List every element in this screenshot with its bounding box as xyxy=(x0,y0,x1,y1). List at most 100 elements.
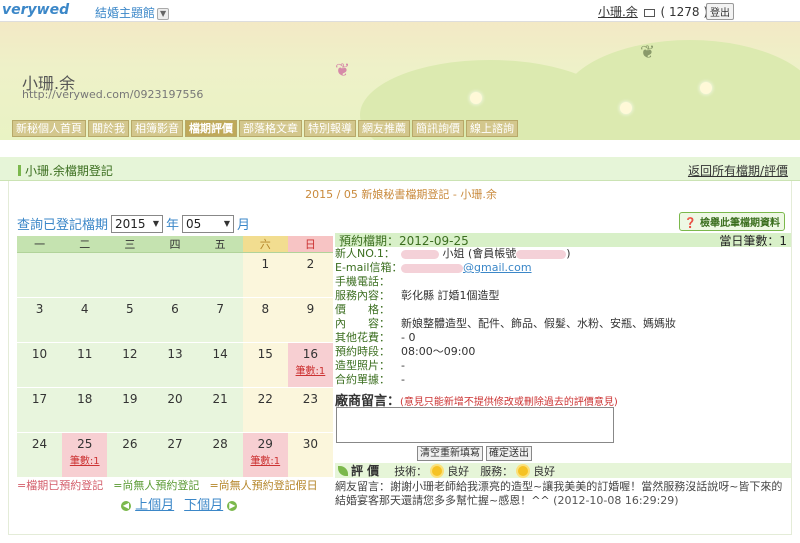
calendar-week: 17 18 19 20 21 22 23 xyxy=(17,387,333,433)
calendar-day: 28 xyxy=(197,432,243,478)
calendar-week: 1 2 xyxy=(17,252,333,298)
calendar-header-row: 一 二 三 四 五 六 日 xyxy=(17,236,333,253)
report-record-button[interactable]: ❓ 檢舉此筆檔期資料 xyxy=(679,212,785,231)
calendar-day: 24 xyxy=(17,432,63,478)
query-label: 查詢已登記檔期 xyxy=(17,218,109,233)
year-select[interactable]: 2015 ▼ xyxy=(111,214,164,233)
service-value: 良好 xyxy=(533,464,556,478)
section-header: 小珊.余檔期登記 返回所有檔期/評價 xyxy=(0,157,800,181)
nav-tab-blog[interactable]: 部落格文章 xyxy=(239,120,302,137)
leaf-icon xyxy=(338,465,348,476)
calendar-day-booked[interactable]: 25 筆數:1 xyxy=(62,432,108,478)
review-timestamp: (2012-10-08 16:29:29) xyxy=(553,494,679,507)
skill-value: 良好 xyxy=(447,464,470,478)
nav-tab-consult[interactable]: 線上諮詢 xyxy=(466,120,518,137)
weekday-header: 六 xyxy=(242,236,288,253)
flower-decoration xyxy=(700,82,712,94)
user-review: 網友留言：謝謝小珊老師給我漂亮的造型~讓我美美的訂婚喔！當然服務沒話說呀~皆下來… xyxy=(335,480,791,508)
submit-button[interactable]: 確定送出 xyxy=(486,446,532,461)
calendar-day: 14 xyxy=(197,342,243,388)
calendar-week: 3 4 5 6 7 8 9 xyxy=(17,297,333,343)
vendor-message-input[interactable] xyxy=(336,407,614,443)
prev-month-button[interactable]: ◀ 上個月 xyxy=(121,494,174,513)
butterfly-icon: ❦ xyxy=(335,60,351,81)
field-row: 合約單據： - xyxy=(335,373,405,386)
calendar-day: 26 xyxy=(107,432,153,478)
field-row: 手機電話： xyxy=(335,275,390,288)
chevron-down-icon[interactable]: ▼ xyxy=(157,7,170,20)
booking-count-link[interactable]: 筆數:1 xyxy=(243,452,288,467)
nav-tab-album[interactable]: 相簿影音 xyxy=(131,120,183,137)
month-select[interactable]: 05 ▼ xyxy=(182,214,235,233)
calendar-day: 30 xyxy=(287,432,333,478)
owner-url[interactable]: http://verywed.com/0923197556 xyxy=(22,88,203,101)
verywed-logo[interactable]: verywed xyxy=(2,2,69,18)
weekday-header: 三 xyxy=(107,236,153,253)
legend-free-holiday: =尚無人預約登記假日 xyxy=(209,479,318,492)
calendar-day-booked[interactable]: 16 筆數:1 xyxy=(287,342,333,388)
chevron-down-icon: ▼ xyxy=(223,219,231,228)
sun-icon xyxy=(518,465,529,476)
redacted-text xyxy=(516,249,567,259)
user-name-link[interactable]: 小珊.余 xyxy=(598,5,638,19)
site-name[interactable]: 結婚主題館 ▼ xyxy=(95,4,170,21)
daily-count: 當日筆數：1 xyxy=(719,233,787,248)
legend-free: =尚無人預約登記 xyxy=(113,479,200,492)
next-month-button[interactable]: 下個月 ▶ xyxy=(184,494,238,513)
nav-tab-home[interactable]: 新秘個人首頁 xyxy=(12,120,86,137)
calendar-day xyxy=(17,252,63,298)
nav-tab-recommend[interactable]: 網友推薦 xyxy=(358,120,410,137)
arrow-left-icon: ◀ xyxy=(121,500,131,511)
field-row: 新人NO.1： 小姐 (會員帳號) xyxy=(335,247,571,260)
mail-count[interactable]: ( 1278 ) xyxy=(660,5,708,19)
calendar-day: 2 xyxy=(287,252,333,298)
reset-button[interactable]: 清空重新填寫 xyxy=(417,446,483,461)
top-bar: verywed 結婚主題館 ▼ 小珊.余 ( 1278 ) 登出 xyxy=(0,0,800,22)
nav-tab-schedule[interactable]: 檔期評價 xyxy=(185,120,237,137)
rating-title: 評 價 xyxy=(351,464,380,478)
calendar-day xyxy=(62,252,108,298)
field-row: 內 容： 新娘整體造型、配件、飾品、假髮、水粉、安瓶、媽媽妝 xyxy=(335,317,676,330)
back-link[interactable]: 返回所有檔期/評價 xyxy=(688,162,788,179)
calendar-day: 19 xyxy=(107,387,153,433)
nav-tab-sms-quote[interactable]: 簡訊詢價 xyxy=(412,120,464,137)
calendar-day-booked[interactable]: 29 筆數:1 xyxy=(242,432,288,478)
nav-tab-report[interactable]: 特別報導 xyxy=(304,120,356,137)
logout-button[interactable]: 登出 xyxy=(706,3,734,20)
calendar-day: 7 xyxy=(197,297,243,343)
calendar-day: 22 xyxy=(242,387,288,433)
field-row: 其他花費： - 0 xyxy=(335,331,416,344)
calendar-day: 20 xyxy=(152,387,198,433)
calendar-day: 21 xyxy=(197,387,243,433)
month-nav: ◀ 上個月 下個月 ▶ xyxy=(121,494,238,513)
user-box: 小珊.余 ( 1278 ) xyxy=(598,3,708,20)
field-row: 造型照片： - xyxy=(335,359,405,372)
calendar-day: 13 xyxy=(152,342,198,388)
query-row: 查詢已登記檔期 2015 ▼ 年 05 ▼ 月 xyxy=(17,214,250,233)
weekday-header: 五 xyxy=(197,236,243,253)
header-banner: ❦ ❦ 小珊.余 http://verywed.com/0923197556 新… xyxy=(0,22,800,140)
main-nav: 新秘個人首頁 關於我 相簿影音 檔期評價 部落格文章 特別報導 網友推薦 簡訊詢… xyxy=(12,120,518,137)
calendar-day: 15 xyxy=(242,342,288,388)
calendar-day: 8 xyxy=(242,297,288,343)
calendar-day: 10 xyxy=(17,342,63,388)
booking-count-link[interactable]: 筆數:1 xyxy=(288,362,333,377)
record-title: 2015 / 05 新娘秘書檔期登記 - 小珊.余 xyxy=(305,188,497,201)
email-link[interactable]: @gmail.com xyxy=(463,261,532,274)
booking-count-link[interactable]: 筆數:1 xyxy=(62,452,107,467)
nav-tab-about[interactable]: 關於我 xyxy=(88,120,129,137)
calendar-day: 6 xyxy=(152,297,198,343)
calendar-day: 9 xyxy=(287,297,333,343)
section-title: 小珊.余檔期登記 xyxy=(18,162,113,179)
field-row: 價 格： xyxy=(335,303,390,316)
detail-header: 預約檔期：2012-09-25 當日筆數：1 xyxy=(335,233,791,248)
mail-icon[interactable] xyxy=(643,8,655,17)
month-unit: 月 xyxy=(237,218,251,233)
calendar-day xyxy=(152,252,198,298)
booking-date: 預約檔期：2012-09-25 xyxy=(339,233,469,248)
calendar-day xyxy=(107,252,153,298)
flower-decoration xyxy=(620,102,632,114)
weekday-header: 一 xyxy=(17,236,63,253)
butterfly-icon: ❦ xyxy=(640,42,656,63)
banner-decoration xyxy=(560,40,800,140)
